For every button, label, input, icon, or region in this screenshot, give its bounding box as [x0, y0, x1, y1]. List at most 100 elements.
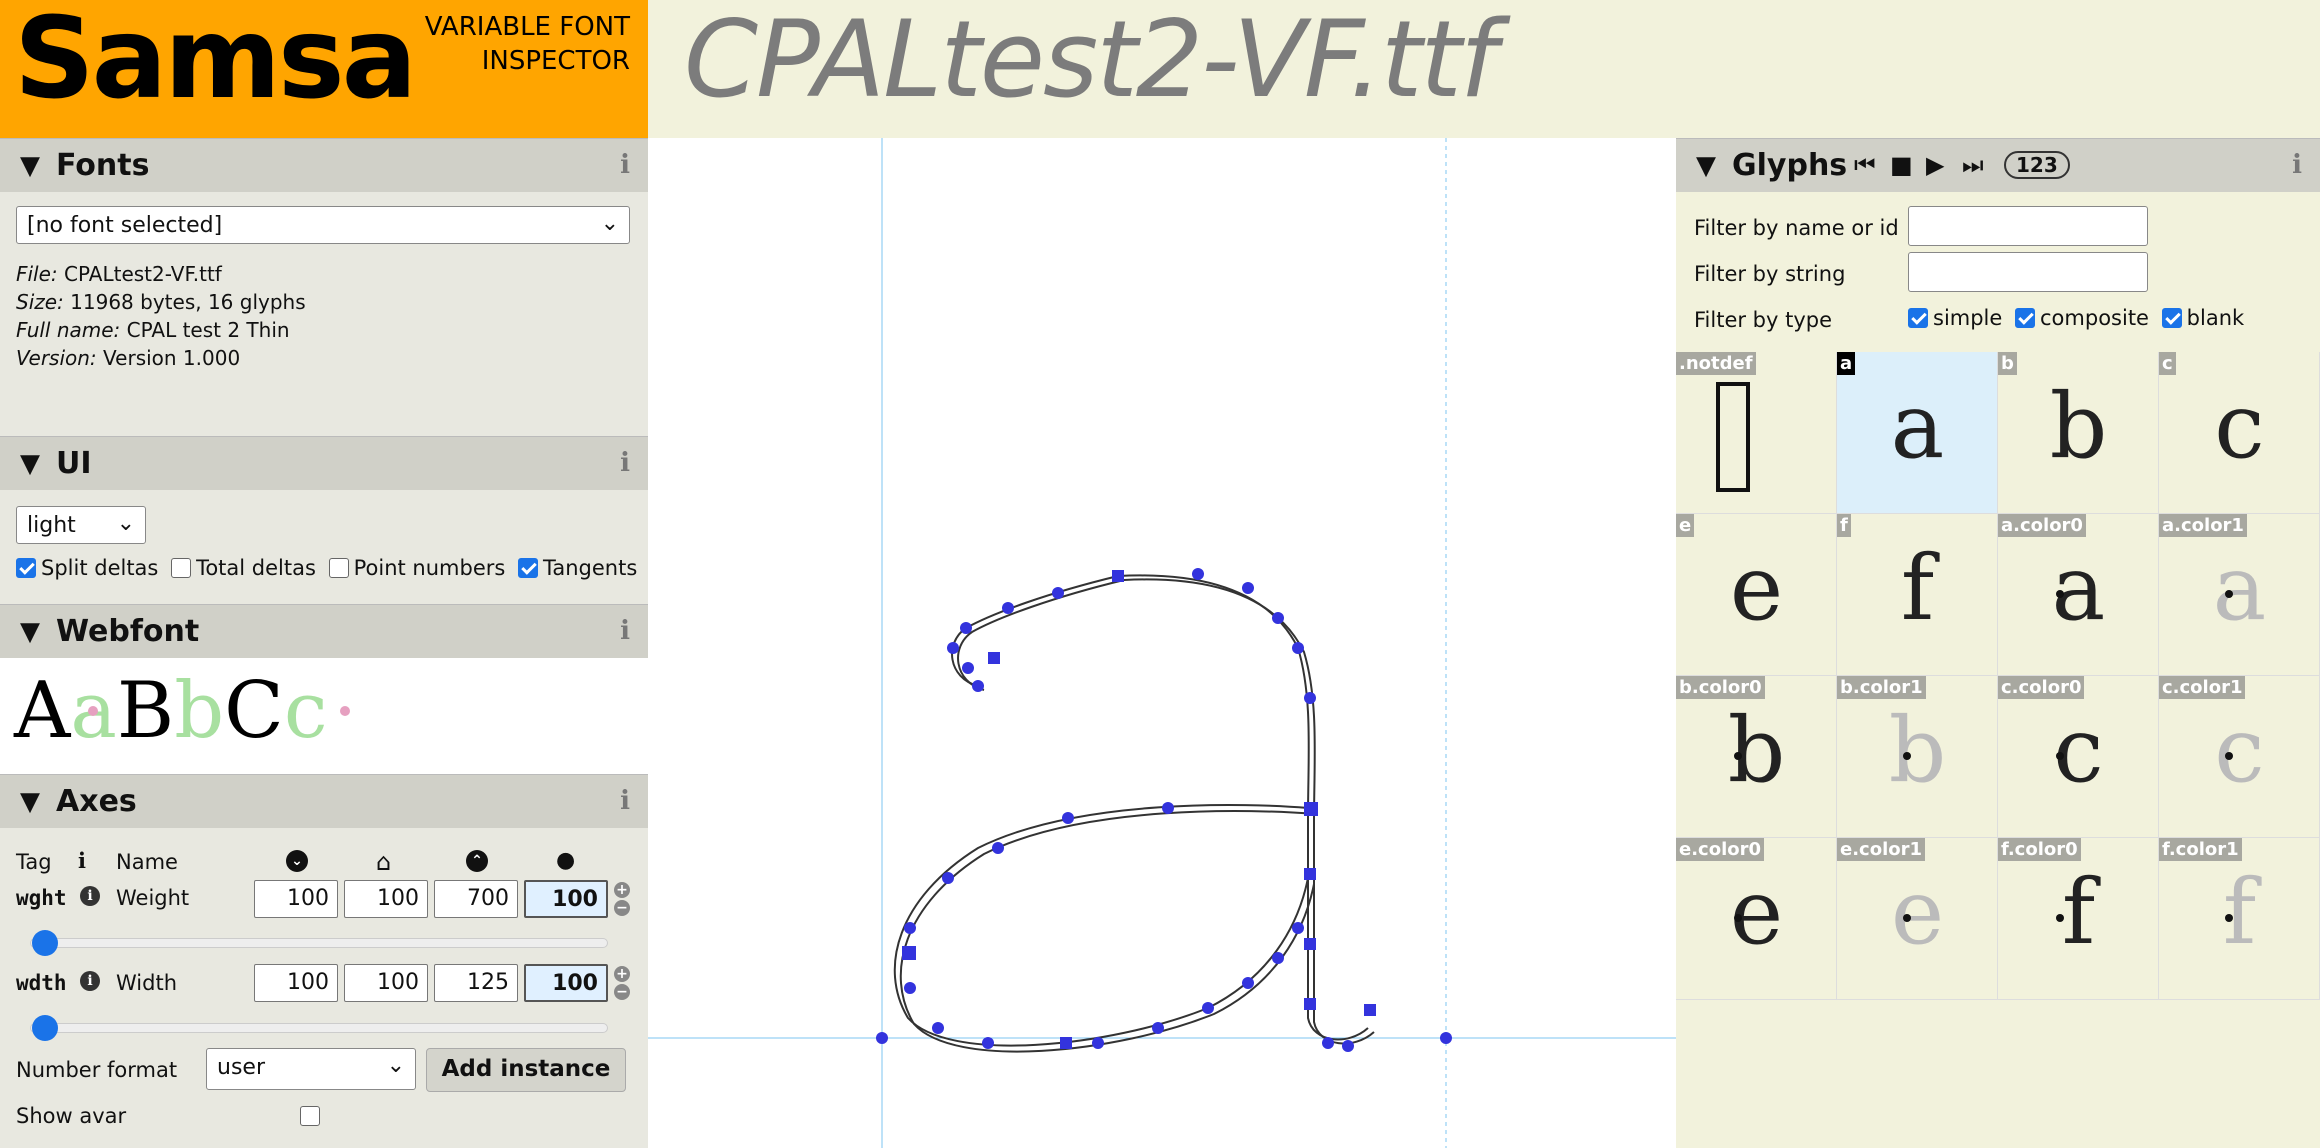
glyph-name-label: f.color1	[2159, 838, 2242, 861]
axes-panel-header[interactable]: ▼ Axes i	[0, 774, 648, 828]
glyph-name-label: e.color0	[1676, 838, 1765, 861]
decrement-icon[interactable]: −	[614, 900, 630, 916]
composite-checkbox[interactable]: composite	[2015, 306, 2149, 330]
default-home-icon[interactable]: ⌂	[376, 848, 391, 876]
increment-icon[interactable]: +	[614, 882, 630, 898]
glyph-preview: a	[2051, 536, 2106, 641]
increment-icon[interactable]: +	[614, 966, 630, 982]
checkbox-checked-icon[interactable]	[518, 558, 539, 578]
axis-slider[interactable]	[30, 938, 608, 948]
axis-slider-handle[interactable]	[32, 930, 58, 956]
glyph-outline-stroke	[899, 809, 1315, 1053]
split-deltas-checkbox[interactable]: Split deltas	[16, 556, 158, 580]
glyph-cell[interactable]: cc	[2159, 352, 2320, 514]
info-icon[interactable]: i	[78, 848, 86, 873]
axis-slider-handle[interactable]	[32, 1015, 58, 1041]
glyph-cell[interactable]: aa	[1837, 352, 1998, 514]
stop-icon[interactable]: ■	[1890, 151, 1913, 179]
ui-panel-header[interactable]: ▼ UI i	[0, 436, 648, 490]
color-dot	[2225, 914, 2233, 922]
checkbox-checked-icon[interactable]	[1908, 308, 1928, 328]
glyph-cell[interactable]: b.color0 b	[1676, 676, 1837, 838]
axis-min-field[interactable]: 100	[254, 880, 338, 918]
collapse-triangle-icon[interactable]: ▼	[1696, 151, 1716, 181]
max-chevron-up-icon[interactable]: ⌃	[466, 850, 488, 872]
add-instance-button[interactable]: Add instance	[426, 1048, 626, 1092]
glyph-cell[interactable]: a.color1 a	[2159, 514, 2320, 676]
glyph-name-label: b.color0	[1676, 676, 1765, 699]
collapse-triangle-icon[interactable]: ▼	[20, 787, 40, 817]
tangents-checkbox[interactable]: Tangents	[518, 556, 637, 580]
chevron-down-icon: ⌄	[386, 1053, 405, 1078]
checkbox-unchecked-icon[interactable]	[328, 558, 349, 578]
theme-select[interactable]: light ⌄	[16, 506, 146, 544]
decrement-icon[interactable]: −	[614, 984, 630, 1000]
glyph-cell[interactable]: bb	[1998, 352, 2159, 514]
axis-info-icon[interactable]: i	[80, 971, 100, 991]
info-icon[interactable]: i	[620, 448, 630, 478]
show-avar-checkbox[interactable]	[300, 1106, 320, 1126]
glyph-preview: e	[1890, 860, 1945, 965]
size-info: Size: 11968 bytes, 16 glyphs	[16, 290, 306, 314]
glyph-canvas[interactable]	[648, 138, 1676, 1148]
checkbox-checked-icon[interactable]	[2161, 308, 2182, 328]
split-deltas-label: Split deltas	[41, 556, 159, 580]
collapse-triangle-icon[interactable]: ▼	[20, 617, 40, 647]
axis-tag: wdth	[16, 971, 67, 995]
collapse-triangle-icon[interactable]: ▼	[20, 151, 40, 181]
info-icon[interactable]: i	[620, 616, 630, 646]
axis-max-field[interactable]: 125	[434, 964, 518, 1002]
min-chevron-down-icon[interactable]: ⌄	[286, 850, 308, 872]
glyph-cell[interactable]: a.color0 a	[1998, 514, 2159, 676]
fonts-panel-header[interactable]: ▼ Fonts i	[0, 138, 648, 192]
axis-current-field[interactable]: 100	[524, 964, 608, 1002]
glyph-cell[interactable]: c.color0 c	[1998, 676, 2159, 838]
glyph-preview: b	[2049, 374, 2108, 479]
axis-slider[interactable]	[30, 1023, 608, 1033]
skip-back-icon[interactable]: ⏮	[1854, 151, 1876, 179]
info-icon[interactable]: i	[2292, 150, 2302, 180]
axis-info-icon[interactable]: i	[80, 886, 100, 906]
font-select[interactable]: [no font selected] ⌄	[16, 206, 630, 244]
glyph-cell[interactable]: c.color1 c	[2159, 676, 2320, 838]
checkbox-unchecked-icon[interactable]	[171, 558, 192, 578]
skip-forward-icon[interactable]: ⏭	[1962, 151, 1984, 179]
glyphs-panel-header[interactable]: ▼ Glyphs ⏮ ■ ▶ ⏭ 123 i	[1676, 138, 2320, 192]
glyph-count-badge[interactable]: 123	[2004, 151, 2070, 179]
app-root: Samsa VARIABLE FONT INSPECTOR CPALtest2-…	[0, 0, 2320, 1148]
checkbox-checked-icon[interactable]	[2015, 308, 2036, 328]
collapse-triangle-icon[interactable]: ▼	[20, 449, 40, 479]
webfont-panel-header[interactable]: ▼ Webfont i	[0, 604, 648, 658]
glyph-cell[interactable]: f.color1 f	[2159, 838, 2320, 1000]
glyph-cell[interactable]: ff	[1837, 514, 1998, 676]
glyph-cell[interactable]: ee	[1676, 514, 1837, 676]
glyphs-panel-title: Glyphs	[1732, 148, 1848, 183]
info-icon[interactable]: i	[620, 786, 630, 816]
axis-min-field[interactable]: 100	[254, 964, 338, 1002]
glyph-cell[interactable]: b.color1 b	[1837, 676, 1998, 838]
point-numbers-checkbox[interactable]: Point numbers	[328, 556, 505, 580]
user-person-icon[interactable]: ●	[556, 848, 575, 873]
number-format-value: user	[217, 1055, 265, 1080]
glyph-cell[interactable]: .notdef	[1676, 352, 1837, 514]
color-dot	[1903, 914, 1911, 922]
glyph-cell[interactable]: e.color1 e	[1837, 838, 1998, 1000]
axis-default-field[interactable]: 100	[344, 964, 428, 1002]
simple-checkbox[interactable]: simple	[1908, 306, 2002, 330]
left-panel: ▼ Fonts i [no font selected] ⌄ File: CPA…	[0, 138, 648, 1148]
total-deltas-checkbox[interactable]: Total deltas	[171, 556, 316, 580]
filter-name-input[interactable]	[1908, 206, 2148, 246]
blank-checkbox[interactable]: blank	[2161, 306, 2244, 330]
color-dot	[340, 706, 350, 716]
glyph-cell[interactable]: e.color0 e	[1676, 838, 1837, 1000]
glyph-name-label: b.color1	[1837, 676, 1926, 699]
glyph-cell[interactable]: f.color0 f	[1998, 838, 2159, 1000]
info-icon[interactable]: i	[620, 150, 630, 180]
filter-string-input[interactable]	[1908, 252, 2148, 292]
number-format-select[interactable]: user ⌄	[206, 1048, 416, 1090]
axis-max-field[interactable]: 700	[434, 880, 518, 918]
axis-current-field[interactable]: 100	[524, 880, 608, 918]
axis-default-field[interactable]: 100	[344, 880, 428, 918]
checkbox-checked-icon[interactable]	[16, 558, 36, 578]
play-icon[interactable]: ▶	[1926, 151, 1944, 179]
